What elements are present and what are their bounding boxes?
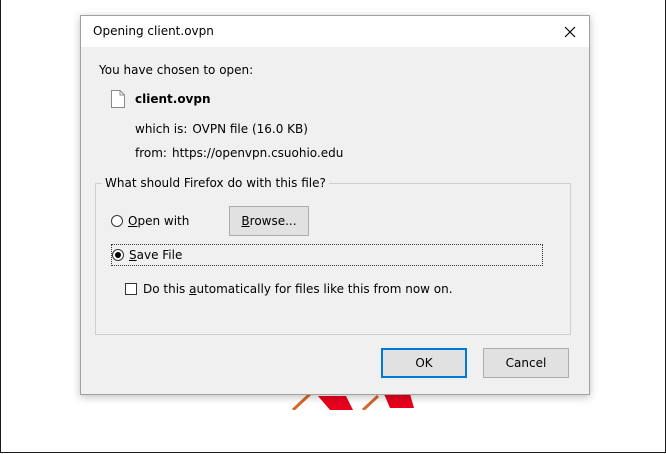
browse-button[interactable]: Browse... xyxy=(229,206,309,236)
open-with-radio[interactable] xyxy=(111,215,123,227)
intro-text: You have chosen to open: xyxy=(99,63,254,77)
document-icon xyxy=(111,90,125,108)
download-dialog: Opening client.ovpn You have chosen to o… xyxy=(80,15,590,395)
cancel-button[interactable]: Cancel xyxy=(483,348,569,378)
close-icon xyxy=(564,26,576,37)
open-with-option[interactable]: Open with xyxy=(111,214,189,228)
action-group-legend: What should Firefox do with this file? xyxy=(102,176,329,190)
file-name: client.ovpn xyxy=(135,92,211,106)
auto-action-option[interactable]: Do this automatically for files like thi… xyxy=(125,282,453,296)
save-file-radio[interactable] xyxy=(112,249,124,261)
ok-button[interactable]: OK xyxy=(381,348,467,378)
auto-action-label: Do this automatically for files like thi… xyxy=(143,282,453,296)
open-with-label: Open with xyxy=(128,214,190,228)
file-row: client.ovpn xyxy=(111,90,211,108)
save-file-label: Save File xyxy=(129,248,183,262)
save-file-option[interactable]: Save File xyxy=(111,244,543,266)
auto-action-checkbox[interactable] xyxy=(125,283,137,295)
dialog-titlebar[interactable]: Opening client.ovpn xyxy=(81,16,589,47)
file-source-value: https://openvpn.csuohio.edu xyxy=(171,146,344,160)
dialog-title: Opening client.ovpn xyxy=(93,24,214,38)
file-source-label: from: xyxy=(135,146,167,160)
file-source-row: from: https://openvpn.csuohio.edu xyxy=(135,146,343,160)
file-type-value: OVPN file (16.0 KB) xyxy=(192,122,308,136)
file-type-label: which is: xyxy=(135,122,188,136)
close-button[interactable] xyxy=(551,16,589,47)
file-type-row: which is: OVPN file (16.0 KB) xyxy=(135,122,308,136)
